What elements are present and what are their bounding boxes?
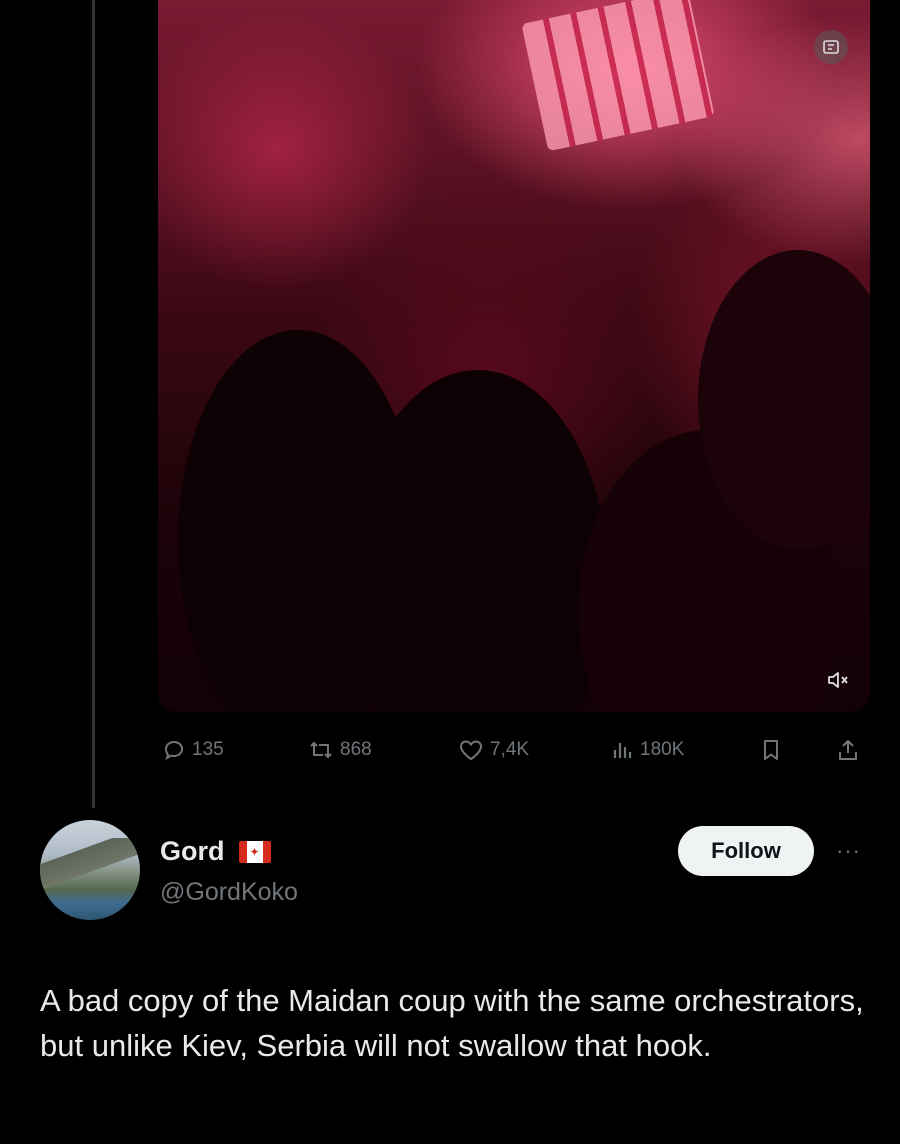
reply-text: A bad copy of the Maidan coup with the s…: [40, 983, 864, 1063]
like-count: 7,4K: [490, 739, 530, 760]
avatar-mountain-image: [40, 838, 140, 888]
bookmark-action[interactable]: [760, 738, 782, 762]
views-action[interactable]: 180K: [610, 738, 684, 762]
views-count: 180K: [640, 739, 685, 760]
reply-action[interactable]: 135: [162, 738, 224, 762]
author-name[interactable]: Gord: [160, 836, 225, 867]
canada-flag-icon: ✦: [238, 840, 271, 863]
follow-button[interactable]: Follow: [678, 826, 814, 876]
reply-icon: [164, 740, 184, 761]
thread-connector-line: [92, 0, 95, 808]
repost-action[interactable]: 868: [308, 738, 372, 762]
protest-sign: [521, 0, 715, 152]
reply-count: 135: [192, 739, 224, 760]
share-action[interactable]: [836, 737, 860, 763]
gif-settings-icon[interactable]: [814, 30, 848, 64]
bookmark-icon: [764, 740, 778, 760]
share-icon: [839, 740, 857, 760]
repost-count: 868: [340, 739, 372, 760]
views-icon: [613, 743, 632, 758]
tweet-action-bar: 135 868 7,4K 180K: [160, 730, 870, 770]
speaker-muted-icon[interactable]: [822, 664, 854, 696]
heart-icon: [459, 740, 483, 761]
tweet-video[interactable]: [158, 0, 870, 712]
repost-icon: [310, 742, 332, 758]
more-options-button[interactable]: ···: [836, 838, 861, 864]
like-action[interactable]: 7,4K: [458, 738, 529, 762]
author-handle[interactable]: @GordKoko: [160, 878, 298, 907]
author-name-row: Gord ✦: [160, 836, 271, 867]
avatar[interactable]: [40, 820, 140, 920]
